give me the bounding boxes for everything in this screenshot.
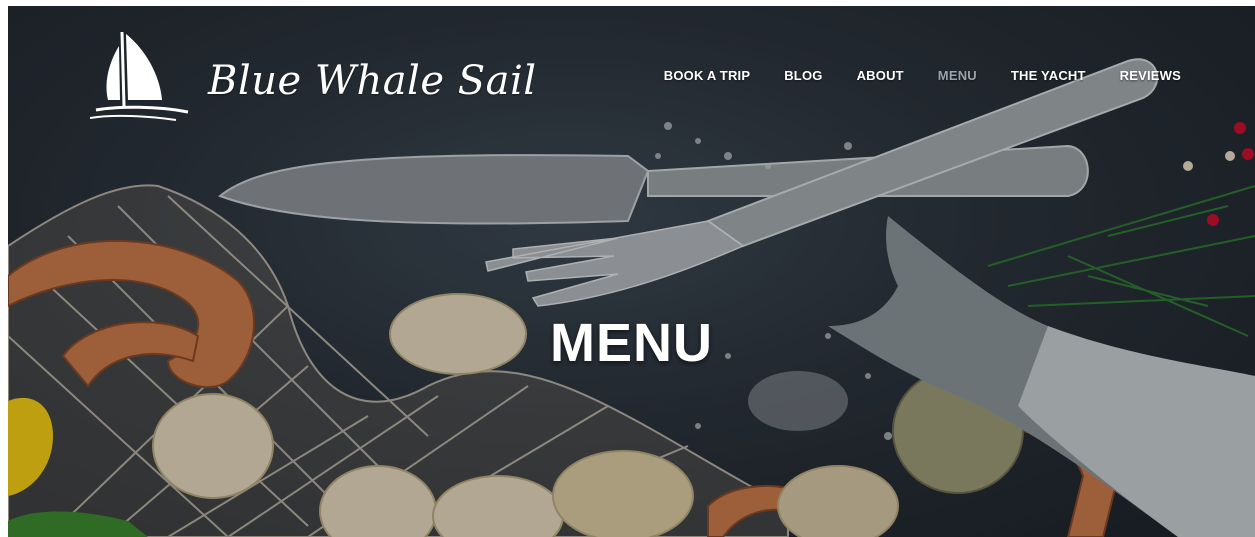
nav-item-the-yacht[interactable]: THE YACHT <box>1011 68 1086 83</box>
brand-name: Blue Whale Sail <box>208 58 537 104</box>
nav-item-book-a-trip[interactable]: BOOK A TRIP <box>664 68 750 83</box>
nav-item-reviews[interactable]: REVIEWS <box>1120 68 1181 83</box>
nav-item-about[interactable]: ABOUT <box>857 68 904 83</box>
brand-logo-link[interactable]: Blue Whale Sail <box>88 28 537 124</box>
nav-item-blog[interactable]: BLOG <box>784 68 822 83</box>
hero-banner: Blue Whale Sail BOOK A TRIP BLOG ABOUT M… <box>8 6 1255 537</box>
nav-item-menu[interactable]: MENU <box>938 68 977 83</box>
sailboat-icon <box>89 31 189 121</box>
main-navigation: BOOK A TRIP BLOG ABOUT MENU THE YACHT RE… <box>664 68 1181 83</box>
page-title: MENU <box>550 313 713 373</box>
